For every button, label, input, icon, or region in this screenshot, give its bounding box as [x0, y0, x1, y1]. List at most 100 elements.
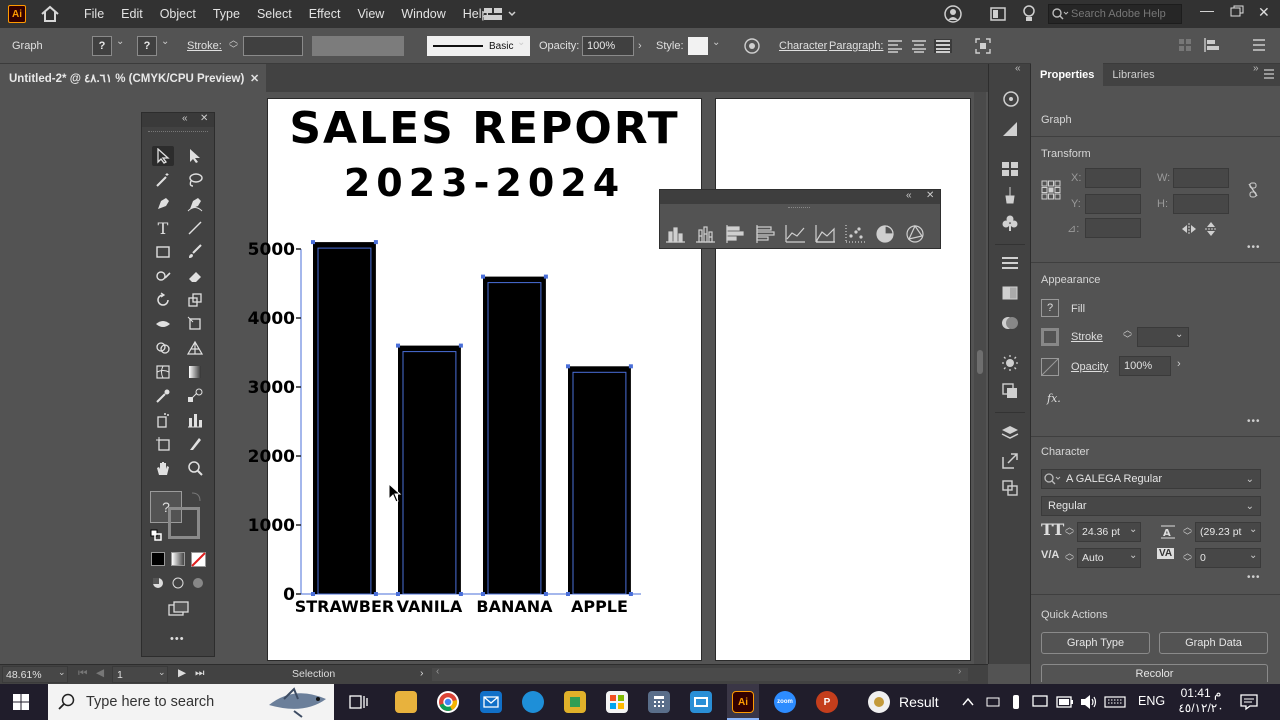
appearance-stroke-chevron-icon[interactable]: ⌄	[1175, 329, 1183, 340]
current-tool-name[interactable]: Selection	[292, 668, 335, 680]
blend-tool[interactable]	[184, 386, 206, 406]
leading-stepper[interactable]: ︿ ﹀	[1183, 523, 1192, 541]
result-app-icon[interactable]	[868, 691, 890, 713]
kerning-chevron-icon[interactable]: ⌄	[1129, 550, 1137, 561]
gradient-mode-button[interactable]	[171, 552, 185, 566]
scroll-left-icon[interactable]: ‹	[436, 666, 439, 677]
zoom-app-icon[interactable]: zoom	[774, 691, 796, 713]
font-family-select[interactable]: A GALEGA Regular ⌄	[1041, 469, 1261, 489]
taskbar-clock[interactable]: 01:41 م ٤٥/١٢/٢٠	[1170, 686, 1232, 716]
perspective-grid-tool[interactable]	[184, 338, 206, 358]
gradient-panel-icon[interactable]	[1001, 284, 1019, 302]
curvature-tool[interactable]	[184, 194, 206, 214]
character-panel-link[interactable]: Character	[779, 40, 827, 52]
x-position-input[interactable]	[1085, 168, 1141, 188]
graphic-styles-icon[interactable]	[1001, 382, 1019, 400]
brush-definition[interactable]: Basic	[427, 36, 530, 56]
sales-bar-chart[interactable]: 0 1000 2000 3000 4000 5000 STRAWBER VANILA BANAN…	[230, 230, 690, 625]
home-icon[interactable]	[40, 5, 60, 23]
recolor-artwork-icon[interactable]	[744, 38, 760, 54]
font-size-chevron-icon[interactable]: ⌄	[1129, 524, 1137, 535]
tab-libraries[interactable]: Libraries	[1103, 69, 1163, 86]
chart-bar-anchor-point[interactable]	[566, 592, 570, 596]
task-view-icon[interactable]	[349, 693, 369, 711]
appearance-stroke-link[interactable]: Stroke	[1071, 331, 1103, 343]
symbols-club-icon[interactable]	[1001, 214, 1019, 232]
leading-chevron-icon[interactable]: ⌄	[1249, 524, 1257, 535]
character-more-button[interactable]: •••	[1247, 572, 1261, 583]
stroke-panel-icon[interactable]	[1001, 256, 1019, 272]
x-category-label[interactable]: STRAWBER	[295, 597, 395, 616]
chart-bar[interactable]	[313, 242, 376, 594]
appearance-more-button[interactable]: •••	[1247, 416, 1261, 427]
tools-close-button[interactable]: ✕	[200, 113, 208, 124]
y-tick-label[interactable]: 0	[283, 585, 295, 605]
type-tool[interactable]: T	[152, 218, 174, 238]
stroke-color-swatch[interactable]	[168, 507, 200, 539]
result-window-label[interactable]: Result	[899, 694, 939, 710]
chart-bar-anchor-point[interactable]	[481, 592, 485, 596]
chart-bar-anchor-point[interactable]	[458, 592, 463, 596]
chart-bar-anchor-point[interactable]	[458, 343, 463, 348]
report-subtitle[interactable]: 2023-2024	[268, 158, 701, 208]
menu-type[interactable]: Type	[213, 7, 240, 21]
document-tab-close-button[interactable]: ✕	[250, 72, 259, 85]
menu-select[interactable]: Select	[257, 7, 292, 21]
tray-network-share-icon[interactable]	[986, 695, 1000, 709]
x-category-label[interactable]: BANANA	[476, 597, 553, 616]
free-transform-tool[interactable]	[184, 314, 206, 334]
stroke-swatch-chevron-icon[interactable]: ⌄	[161, 36, 169, 47]
appearance-opacity-link[interactable]: Opacity	[1071, 361, 1108, 373]
appearance-stroke-stepper[interactable]: ︿ ﹀	[1123, 326, 1132, 344]
align-grid-icon[interactable]	[1178, 38, 1192, 52]
color-mode-button[interactable]	[151, 552, 165, 566]
chart-bar-anchor-point[interactable]	[628, 364, 633, 369]
lasso-tool[interactable]	[184, 170, 206, 190]
properties-menu-icon[interactable]	[1263, 69, 1275, 79]
restore-window-icon[interactable]	[1230, 5, 1244, 17]
input-language-indicator[interactable]: ENG	[1138, 694, 1165, 708]
chart-bar-anchor-point[interactable]	[543, 592, 548, 596]
eyedropper-tool[interactable]	[152, 386, 174, 406]
transform-more-button[interactable]: •••	[1247, 242, 1261, 253]
appearance-opacity-expand-icon[interactable]: ›	[1177, 358, 1181, 370]
appearance-opacity-input[interactable]: 100%	[1119, 356, 1171, 376]
menu-object[interactable]: Object	[160, 7, 196, 21]
chart-bar-anchor-point[interactable]	[396, 343, 400, 348]
column-graph-tool[interactable]	[184, 410, 206, 430]
close-window-button[interactable]: ✕	[1258, 4, 1270, 21]
stroke-label[interactable]: Stroke:	[187, 40, 222, 52]
taskbar-search-box[interactable]: Type here to search	[48, 684, 334, 720]
discover-lightbulb-icon[interactable]	[1022, 5, 1036, 23]
x-category-label[interactable]: APPLE	[571, 597, 628, 616]
transparency-panel-icon[interactable]	[1001, 314, 1019, 332]
properties-collapse-button[interactable]: »	[1253, 63, 1259, 74]
graph-type-button[interactable]: Graph Type	[1041, 632, 1150, 654]
fill-dropdown-chevron-icon[interactable]: ⌄	[116, 36, 124, 47]
fx-effects-button[interactable]: fx.	[1047, 392, 1061, 405]
edit-toolbar-button[interactable]: •••	[170, 633, 185, 645]
opacity-input[interactable]: 100%	[582, 36, 634, 56]
stroke-swatch[interactable]: ?	[137, 36, 157, 56]
stroke-weight-stepper[interactable]: ︿ ﹀	[229, 36, 238, 54]
y-tick-label[interactable]: 2000	[248, 447, 295, 467]
tools-collapse-button[interactable]: «	[182, 113, 188, 124]
tray-keyboard-icon[interactable]	[1104, 696, 1126, 708]
height-input[interactable]	[1173, 194, 1229, 214]
artboard-number-chevron-icon[interactable]: ⌄	[158, 667, 166, 678]
recolor-button[interactable]: Recolor	[1041, 664, 1268, 682]
symbol-sprayer-tool[interactable]	[152, 410, 174, 430]
chart-bar[interactable]	[568, 366, 631, 594]
chart-bar-anchor-point[interactable]	[311, 592, 315, 596]
notification-center-icon[interactable]	[1240, 693, 1258, 711]
transform-crop-icon[interactable]	[975, 38, 991, 54]
width-tool[interactable]	[152, 314, 174, 334]
arrange-documents-icon[interactable]	[990, 7, 1006, 21]
tray-volume-icon[interactable]	[1080, 694, 1098, 710]
previous-artboard-button[interactable]: ◀	[96, 667, 104, 679]
y-tick-label[interactable]: 4000	[248, 309, 295, 329]
paintbrush-tool[interactable]	[184, 242, 206, 262]
paragraph-align-icons[interactable]	[887, 39, 953, 53]
rotate-tool[interactable]	[152, 290, 174, 310]
graph-panel-collapse-button[interactable]: «	[906, 190, 912, 201]
